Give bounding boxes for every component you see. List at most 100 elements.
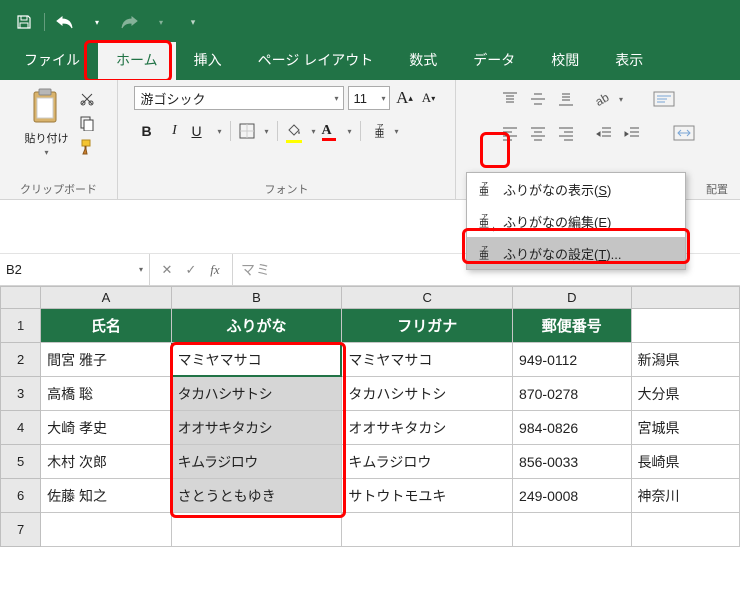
align-center-icon[interactable] bbox=[525, 120, 551, 146]
undo-dropdown-icon[interactable]: ▾ bbox=[83, 9, 111, 35]
increase-indent-icon[interactable] bbox=[619, 120, 645, 146]
decrease-font-icon[interactable]: A▾ bbox=[418, 86, 440, 110]
cell[interactable]: 984-0826 bbox=[513, 411, 631, 445]
tab-formulas[interactable]: 数式 bbox=[391, 42, 455, 80]
orientation-button[interactable]: ab ▾ bbox=[591, 86, 625, 112]
tab-data[interactable]: データ bbox=[455, 42, 533, 80]
header-cell[interactable]: フリガナ bbox=[342, 309, 513, 343]
wrap-text-icon[interactable] bbox=[649, 86, 679, 112]
fx-icon[interactable]: fx bbox=[204, 259, 226, 281]
merge-center-icon[interactable] bbox=[669, 120, 699, 146]
align-middle-icon[interactable] bbox=[525, 86, 551, 112]
name-box[interactable]: B2 ▾ bbox=[0, 254, 150, 285]
col-header-d[interactable]: D bbox=[513, 287, 631, 309]
cell[interactable]: 856-0033 bbox=[513, 445, 631, 479]
tab-home[interactable]: ホーム bbox=[98, 42, 176, 80]
cut-icon[interactable] bbox=[77, 90, 97, 108]
menu-edit-phonetic[interactable]: ア亜✦ ふりがなの編集(E) bbox=[467, 205, 685, 237]
row-header[interactable]: 6 bbox=[1, 479, 41, 513]
font-size-select[interactable]: 11 ▾ bbox=[348, 86, 390, 110]
font-color-button[interactable]: A ▾ bbox=[320, 118, 354, 144]
redo-dropdown-icon[interactable]: ▾ bbox=[147, 9, 175, 35]
cell[interactable]: 949-0112 bbox=[513, 343, 631, 377]
cell[interactable]: 長崎県 bbox=[631, 445, 739, 479]
tab-file[interactable]: ファイル bbox=[6, 42, 98, 80]
decrease-indent-icon[interactable] bbox=[591, 120, 617, 146]
borders-button[interactable]: ▾ bbox=[237, 118, 271, 144]
col-header-a[interactable]: A bbox=[41, 287, 172, 309]
fill-color-button[interactable]: ▾ bbox=[284, 118, 318, 144]
col-header-b[interactable]: B bbox=[171, 287, 342, 309]
save-icon[interactable] bbox=[10, 9, 38, 35]
phonetic-settings-icon: ア亜 bbox=[473, 243, 495, 263]
menu-phonetic-settings[interactable]: ア亜 ふりがなの設定(T)... bbox=[467, 237, 685, 269]
row-header[interactable]: 5 bbox=[1, 445, 41, 479]
col-header-e[interactable] bbox=[631, 287, 739, 309]
font-name-value: 游ゴシック bbox=[141, 89, 206, 108]
cell[interactable]: オオサキタカシ bbox=[342, 411, 513, 445]
cell[interactable]: 佐藤 知之 bbox=[41, 479, 172, 513]
row-header[interactable]: 4 bbox=[1, 411, 41, 445]
row-header[interactable]: 2 bbox=[1, 343, 41, 377]
header-cell[interactable] bbox=[631, 309, 739, 343]
cell[interactable]: 249-0008 bbox=[513, 479, 631, 513]
tab-insert[interactable]: 挿入 bbox=[176, 42, 240, 80]
bold-button[interactable]: B bbox=[134, 118, 160, 144]
cell[interactable] bbox=[41, 513, 172, 547]
table-row: 5 木村 次郎 キムラジロウ キムラジロウ 856-0033 長崎県 bbox=[1, 445, 740, 479]
redo-icon[interactable] bbox=[115, 9, 143, 35]
cell[interactable]: タカハシサトシ bbox=[171, 377, 342, 411]
cell[interactable]: 神奈川 bbox=[631, 479, 739, 513]
cell[interactable]: 新潟県 bbox=[631, 343, 739, 377]
align-bottom-icon[interactable] bbox=[553, 86, 579, 112]
cell[interactable]: 間宮 雅子 bbox=[41, 343, 172, 377]
increase-font-icon[interactable]: A▴ bbox=[394, 86, 416, 110]
cell[interactable]: 宮城県 bbox=[631, 411, 739, 445]
undo-icon[interactable] bbox=[51, 9, 79, 35]
row-header[interactable]: 1 bbox=[1, 309, 41, 343]
col-header-c[interactable]: C bbox=[342, 287, 513, 309]
format-painter-icon[interactable] bbox=[77, 138, 97, 156]
cell[interactable]: オオサキタカシ bbox=[171, 411, 342, 445]
cell[interactable]: キムラジロウ bbox=[342, 445, 513, 479]
italic-button[interactable]: I bbox=[162, 118, 188, 144]
svg-text:ab: ab bbox=[593, 91, 609, 107]
header-cell[interactable]: 氏名 bbox=[41, 309, 172, 343]
cell[interactable]: 大分県 bbox=[631, 377, 739, 411]
font-name-select[interactable]: 游ゴシック ▾ bbox=[134, 86, 344, 110]
copy-icon[interactable] bbox=[77, 114, 97, 132]
align-right-icon[interactable] bbox=[553, 120, 579, 146]
cell[interactable]: キムラジロウ bbox=[171, 445, 342, 479]
tab-view[interactable]: 表示 bbox=[597, 42, 661, 80]
menu-show-phonetic[interactable]: ア亜 ふりがなの表示(S) bbox=[467, 173, 685, 205]
row-header[interactable]: 3 bbox=[1, 377, 41, 411]
cell[interactable]: 大崎 孝史 bbox=[41, 411, 172, 445]
tab-page-layout[interactable]: ページ レイアウト bbox=[240, 42, 392, 80]
header-cell[interactable]: 郵便番号 bbox=[513, 309, 631, 343]
cell[interactable]: タカハシサトシ bbox=[342, 377, 513, 411]
qat-customize-icon[interactable]: ▾ bbox=[179, 9, 207, 35]
confirm-edit-icon[interactable]: ✓ bbox=[180, 259, 202, 281]
cell[interactable]: マミヤマサコ bbox=[342, 343, 513, 377]
phonetic-button[interactable]: ア亜 ▾ bbox=[367, 118, 401, 144]
cell[interactable]: 870-0278 bbox=[513, 377, 631, 411]
cell[interactable]: 木村 次郎 bbox=[41, 445, 172, 479]
cell[interactable]: さとうともゆき bbox=[171, 479, 342, 513]
cell[interactable] bbox=[631, 513, 739, 547]
cell[interactable]: 高橋 聡 bbox=[41, 377, 172, 411]
paste-button[interactable]: 貼り付け ▾ bbox=[21, 86, 73, 159]
cell[interactable] bbox=[342, 513, 513, 547]
cancel-edit-icon[interactable]: ✕ bbox=[156, 259, 178, 281]
select-all-corner[interactable] bbox=[1, 287, 41, 309]
cell[interactable] bbox=[171, 513, 342, 547]
row-header[interactable]: 7 bbox=[1, 513, 41, 547]
cell[interactable]: サトウトモユキ bbox=[342, 479, 513, 513]
align-top-icon[interactable] bbox=[497, 86, 523, 112]
cell[interactable] bbox=[513, 513, 631, 547]
underline-button[interactable]: U▾ bbox=[190, 118, 224, 144]
grid[interactable]: A B C D 1 氏名 ふりがな フリガナ 郵便番号 2 間宮 雅子 マミヤマ… bbox=[0, 286, 740, 547]
align-left-icon[interactable] bbox=[497, 120, 523, 146]
cell[interactable]: マミヤマサコ bbox=[171, 343, 342, 377]
header-cell[interactable]: ふりがな bbox=[171, 309, 342, 343]
tab-review[interactable]: 校閲 bbox=[533, 42, 597, 80]
